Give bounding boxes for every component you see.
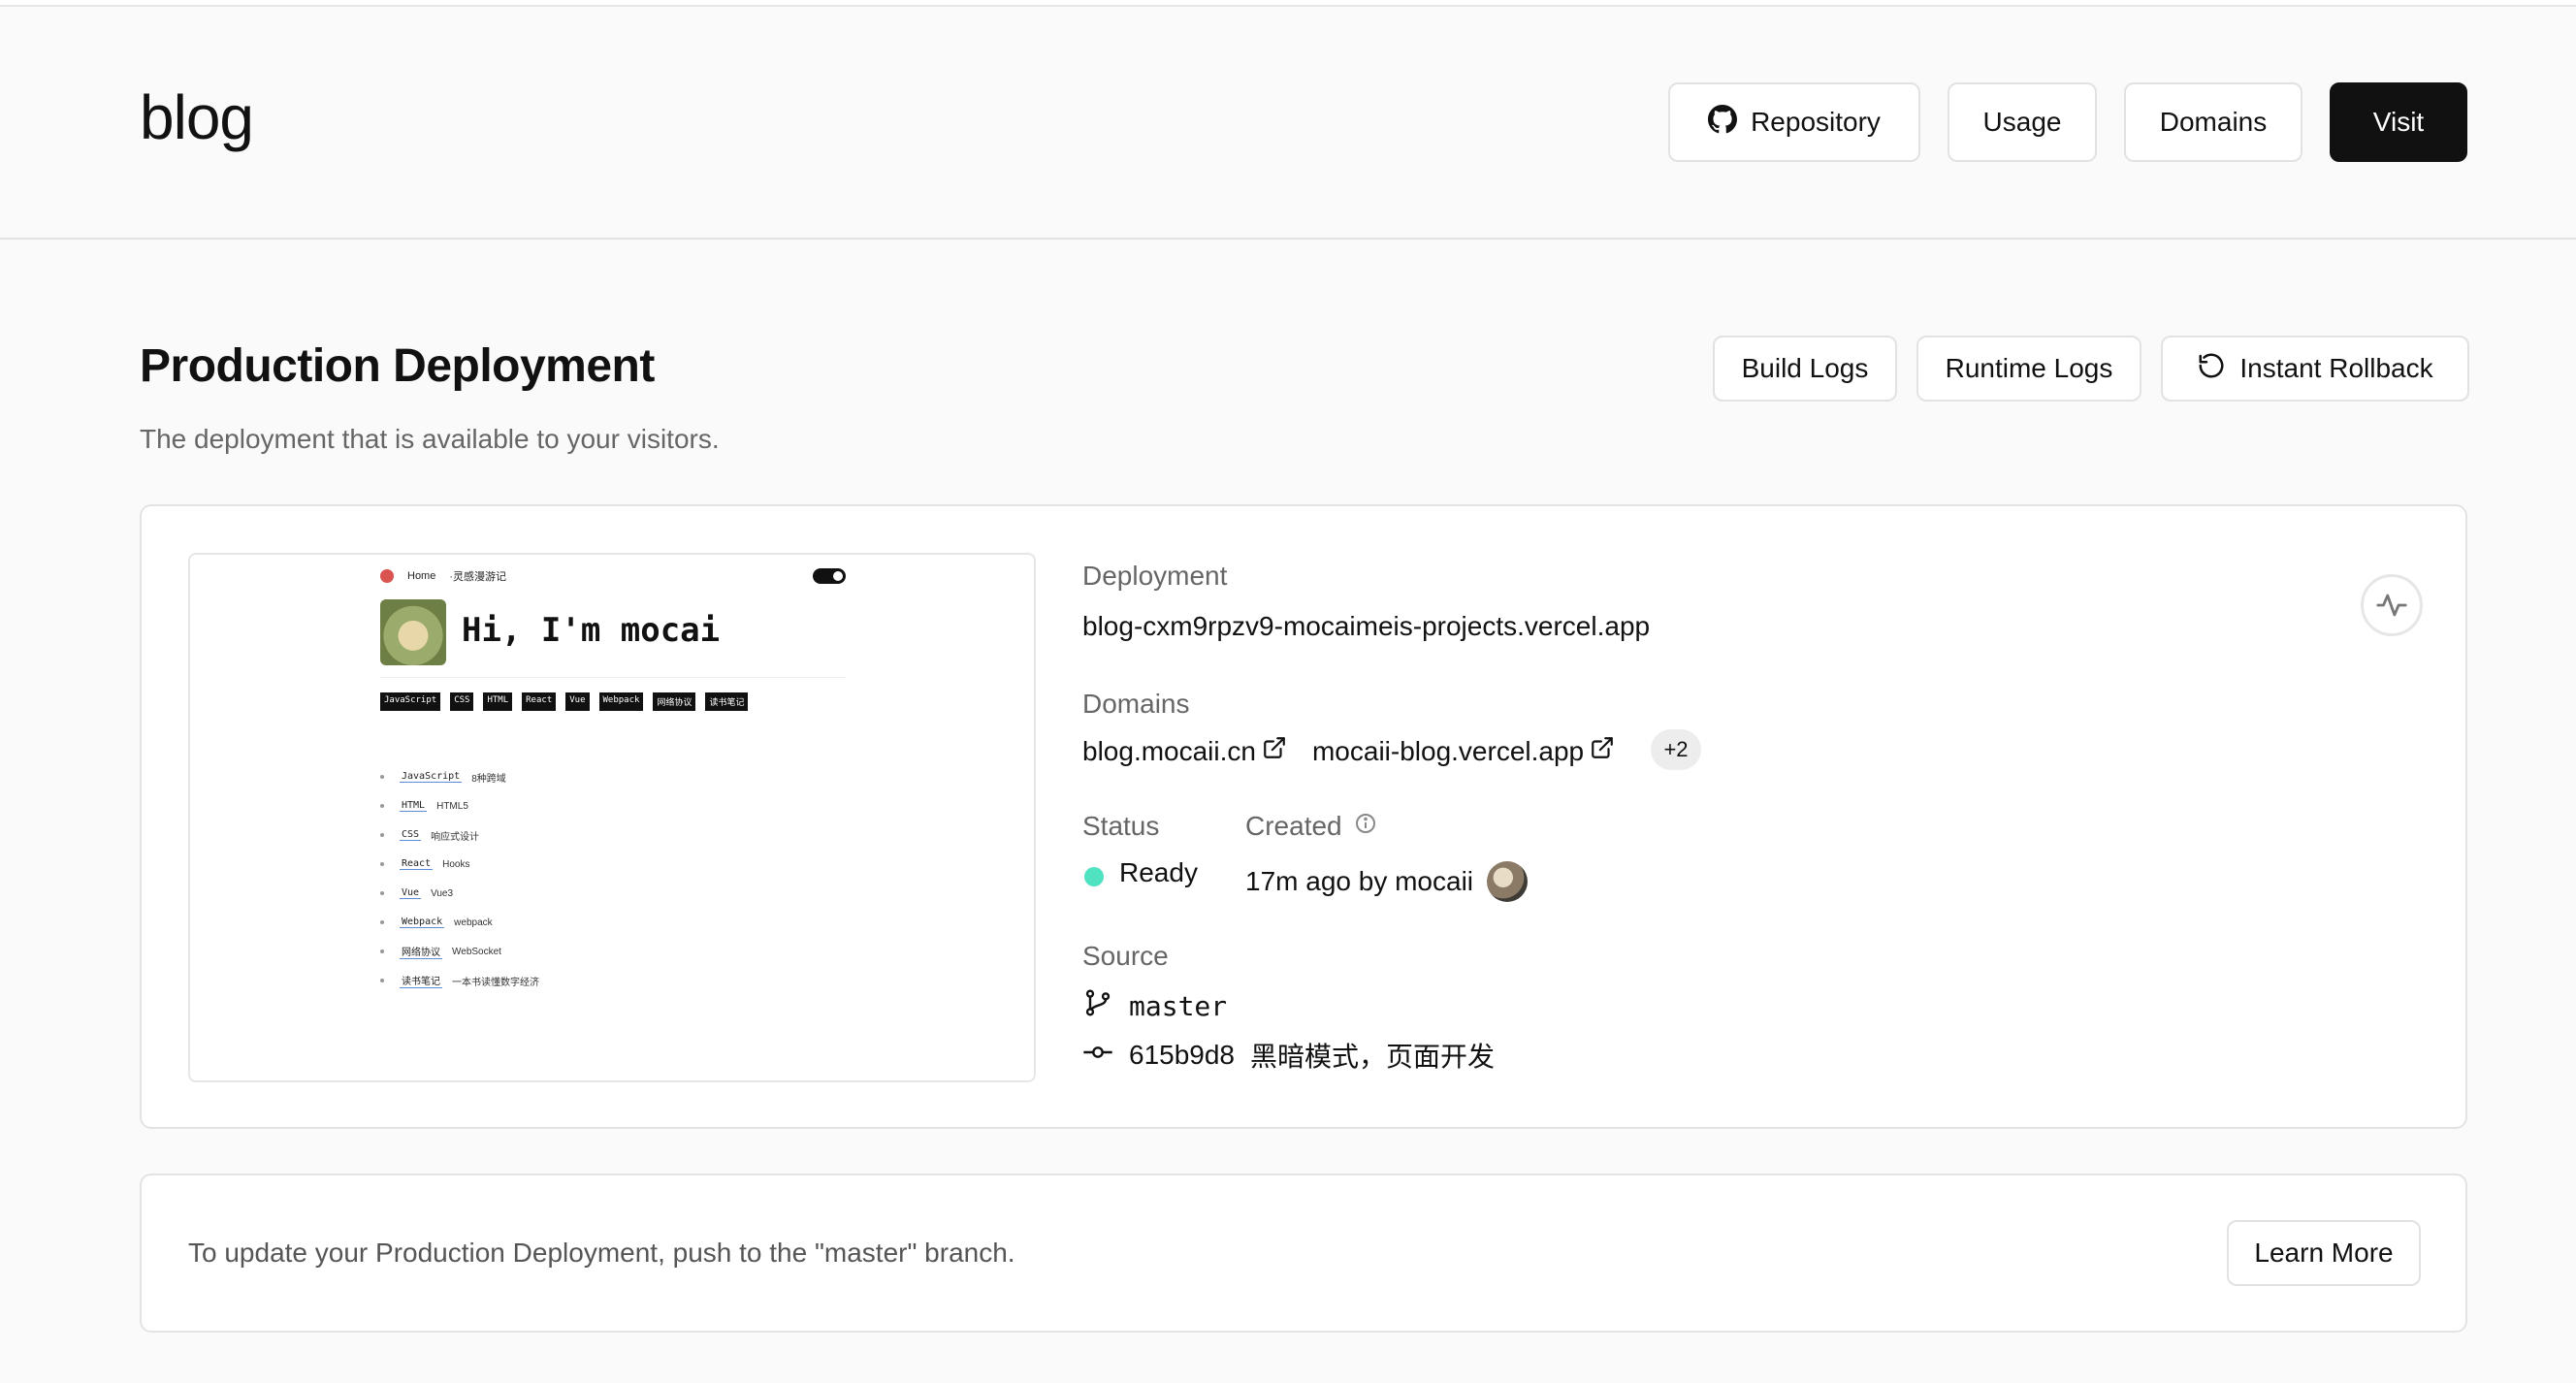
list-item: 网络协议 WebSocket: [380, 937, 539, 966]
preview-theme-toggle: [813, 568, 846, 584]
runtime-logs-label: Runtime Logs: [1945, 353, 2113, 383]
list-item: React Hooks: [380, 850, 539, 879]
branch-name: master: [1129, 990, 1228, 1022]
domain-link[interactable]: mocaii-blog.vercel.app: [1312, 735, 1615, 767]
usage-label: Usage: [1982, 107, 2062, 137]
instant-rollback-label: Instant Rollback: [2239, 353, 2433, 383]
deployment-preview[interactable]: Home ·灵感漫游记 Hi, I'm mocai JavaScript CSS…: [188, 553, 1036, 1082]
preview-list-key: Vue: [400, 887, 422, 899]
list-item: Webpack webpack: [380, 908, 539, 937]
preview-nav: Home ·灵感漫游记: [380, 568, 506, 584]
status-value: Ready: [1119, 857, 1198, 887]
domain-link[interactable]: blog.mocaii.cn: [1082, 735, 1287, 767]
list-item: 读书笔记 一本书读懂数字经济: [380, 966, 539, 995]
github-icon: [1708, 104, 1738, 141]
external-link-icon: [1262, 735, 1287, 767]
list-item: Vue Vue3: [380, 879, 539, 908]
info-icon[interactable]: [1354, 811, 1377, 842]
repository-label: Repository: [1751, 107, 1881, 137]
commit-hash: 615b9d8: [1129, 1040, 1236, 1070]
visit-button[interactable]: Visit: [2330, 82, 2467, 162]
source-commit[interactable]: 615b9d8 黑暗模式，页面开发: [1082, 1036, 1495, 1075]
preview-list-desc: HTML5: [436, 800, 468, 812]
domains-label: Domains: [1082, 689, 1190, 719]
preview-tags: JavaScript CSS HTML React Vue Webpack 网络…: [380, 692, 749, 711]
production-deployment-card: Home ·灵感漫游记 Hi, I'm mocai JavaScript CSS…: [140, 504, 2467, 1129]
created-label-group: Created: [1245, 811, 1377, 842]
project-title: blog: [140, 82, 254, 152]
avatar: [1487, 861, 1529, 902]
source-branch[interactable]: master: [1082, 987, 1227, 1025]
production-deployment-title: Production Deployment: [140, 340, 655, 392]
git-commit-icon: [1082, 1037, 1113, 1075]
preview-tag: 读书笔记: [705, 692, 749, 711]
preview-tag: CSS: [450, 692, 474, 711]
learn-more-label: Learn More: [2254, 1238, 2394, 1268]
more-domains-badge[interactable]: +2: [1651, 729, 1701, 770]
list-item: JavaScript 8种跨域: [380, 762, 539, 791]
preview-list-key: Webpack: [400, 917, 445, 928]
preview-list-key: React: [400, 858, 434, 870]
preview-list-desc: webpack: [454, 917, 493, 928]
update-info-card: To update your Production Deployment, pu…: [140, 1174, 2467, 1333]
preview-greeting: Hi, I'm mocai: [462, 611, 721, 650]
created-value: 17m ago by mocaii: [1245, 866, 1474, 896]
rollback-icon: [2197, 351, 2226, 387]
list-item: CSS 响应式设计: [380, 820, 539, 850]
repository-button[interactable]: Repository: [1668, 82, 1920, 162]
activity-icon[interactable]: [2361, 574, 2423, 636]
runtime-logs-button[interactable]: Runtime Logs: [1916, 336, 2141, 402]
preview-tag: JavaScript: [380, 692, 441, 711]
usage-button[interactable]: Usage: [1948, 82, 2097, 162]
project-header: blog Repository Usage Domains Visit: [0, 7, 2576, 240]
preview-list-desc: WebSocket: [452, 946, 501, 957]
domains-button[interactable]: Domains: [2124, 82, 2302, 162]
build-logs-button[interactable]: Build Logs: [1713, 336, 1897, 402]
preview-list-key: JavaScript: [400, 771, 463, 783]
preview-list-key: 读书笔记: [400, 973, 442, 988]
preview-list-key: CSS: [400, 829, 422, 841]
preview-list-key: 网络协议: [400, 944, 442, 959]
preview-tag: Vue: [565, 692, 590, 711]
domain-link-text: blog.mocaii.cn: [1082, 735, 1256, 766]
domain-link-text: mocaii-blog.vercel.app: [1311, 735, 1585, 766]
deployment-url-link[interactable]: blog-cxm9rpzv9-mocaimeis-projects.vercel…: [1082, 611, 1650, 642]
git-branch-icon: [1082, 987, 1113, 1025]
production-deployment-subtitle: The deployment that is available to your…: [140, 424, 720, 454]
preview-list-desc: 响应式设计: [431, 831, 480, 843]
preview-tag: Webpack: [598, 692, 644, 711]
top-divider: [0, 0, 2576, 7]
preview-logo-icon: [380, 569, 394, 583]
preview-tag: React: [522, 692, 557, 711]
preview-list-desc: Vue3: [431, 887, 454, 899]
visit-label: Visit: [2372, 107, 2425, 137]
commit-message: 黑暗模式，页面开发: [1250, 1042, 1496, 1072]
domains-list: blog.mocaii.cn mocaii-blog.vercel.app: [1082, 735, 1615, 767]
preview-divider: [380, 677, 846, 678]
deployment-label: Deployment: [1082, 561, 1228, 591]
preview-list-key: HTML: [400, 800, 428, 812]
preview-list: JavaScript 8种跨域 HTML HTML5 CSS 响应式设计 React H…: [380, 762, 539, 995]
status-label: Status: [1082, 811, 1160, 841]
preview-list-desc: 一本书读懂数字经济: [452, 977, 539, 988]
domains-label: Domains: [2159, 107, 2268, 137]
source-label: Source: [1082, 941, 1169, 971]
created-label: Created: [1245, 811, 1342, 841]
created-group: 17m ago by mocaii: [1245, 861, 1529, 902]
preview-list-desc: 8种跨域: [471, 773, 506, 785]
instant-rollback-button[interactable]: Instant Rollback: [2161, 336, 2469, 402]
update-info-text: To update your Production Deployment, pu…: [188, 1238, 1015, 1268]
preview-avatar: [380, 599, 446, 665]
list-item: HTML HTML5: [380, 791, 539, 820]
preview-list-desc: Hooks: [442, 858, 470, 870]
preview-tag: HTML: [483, 692, 513, 711]
preview-nav-home: Home: [407, 570, 436, 582]
preview-tag: 网络协议: [653, 692, 696, 711]
status-indicator: [1084, 867, 1104, 886]
build-logs-label: Build Logs: [1741, 353, 1869, 383]
external-link-icon: [1590, 735, 1615, 767]
preview-nav-title: ·灵感漫游记: [449, 571, 507, 583]
learn-more-button[interactable]: Learn More: [2227, 1220, 2421, 1286]
